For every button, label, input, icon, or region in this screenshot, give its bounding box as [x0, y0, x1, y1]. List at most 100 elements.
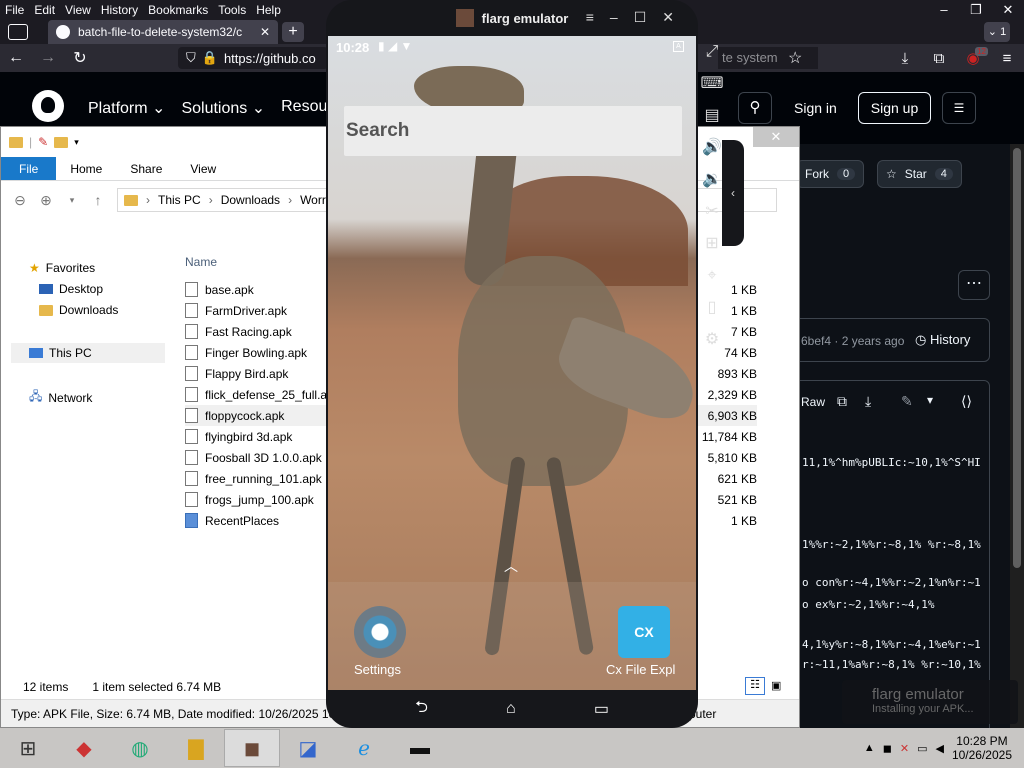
up-arrow-icon[interactable]: ↑ — [85, 192, 111, 208]
ribbon-view-tab[interactable]: View — [176, 157, 230, 180]
tab-close-icon[interactable]: ✕ — [260, 25, 270, 39]
tray-app-icon[interactable]: ◼ — [883, 742, 892, 755]
tab-github[interactable]: batch-file-to-delete-system32/c ✕ — [48, 20, 278, 44]
shake-icon[interactable]: ▯ — [698, 292, 726, 324]
app-drawer-chevron-icon[interactable]: ︿ — [504, 556, 518, 576]
properties-icon[interactable]: ✎ — [38, 135, 48, 149]
download-icon[interactable]: ⤓ — [888, 50, 922, 67]
minimize-icon[interactable]: – — [928, 0, 960, 20]
sign-in-link[interactable]: Sign in — [794, 100, 837, 116]
nav-this-pc[interactable]: This PC — [11, 343, 165, 363]
ribbon-file-tab[interactable]: File — [1, 157, 57, 180]
download-raw-icon[interactable]: ⤓ — [865, 393, 871, 410]
recent-dropdown-icon[interactable]: ▾ — [59, 195, 85, 206]
star-button[interactable]: ☆ Star 4 — [877, 160, 962, 188]
recents-nav-icon[interactable]: ▭ — [594, 699, 609, 719]
settings-app-icon[interactable] — [354, 606, 406, 658]
tray-expand-icon[interactable]: ▲ — [864, 742, 875, 754]
large-icons-view-icon[interactable]: ▣ — [771, 679, 781, 692]
edit-dropdown-icon[interactable]: ▾ — [927, 393, 933, 407]
sidebar-collapse-chevron-icon[interactable]: ‹ — [722, 140, 744, 246]
search-icon[interactable]: ⚲ — [738, 92, 772, 124]
settings-gear-icon[interactable]: ⚙ — [698, 324, 726, 356]
copy-icon[interactable]: ⧉ — [837, 393, 847, 410]
fullscreen-icon[interactable]: ⤢ — [698, 36, 726, 68]
sign-up-button[interactable]: Sign up — [858, 92, 931, 124]
settings-app-label[interactable]: Settings — [354, 662, 401, 677]
history-link[interactable]: ◷ History — [915, 332, 970, 348]
tab-count-badge[interactable]: ⌄ 1 — [984, 22, 1010, 42]
taskbar-command-prompt-icon[interactable]: ▬ — [392, 729, 448, 767]
menu-bookmarks[interactable]: Bookmarks — [143, 3, 213, 17]
github-logo-icon[interactable] — [32, 90, 64, 122]
edit-pencil-icon[interactable]: ✎ — [901, 393, 913, 410]
menu-edit[interactable]: Edit — [29, 3, 60, 17]
android-screen[interactable]: 10:28 ▮ ◢ ▼ A Search ︿ Settings CX Cx Fi… — [328, 36, 696, 690]
tray-volume-icon[interactable]: ◀ — [935, 742, 943, 755]
ublock-icon[interactable]: ◉ 12 — [956, 47, 990, 67]
start-button-icon[interactable]: ⊞ — [0, 729, 56, 767]
nav-platform[interactable]: Platform ⌄ — [88, 98, 165, 118]
menu-tools[interactable]: Tools — [213, 3, 251, 17]
cx-file-explorer-app-icon[interactable]: CX — [618, 606, 670, 658]
close-icon[interactable]: ✕ — [992, 0, 1024, 20]
sliders-icon[interactable]: ☰ — [942, 92, 976, 124]
new-tab-button[interactable]: + — [282, 22, 304, 42]
tray-error-icon[interactable]: ✕ — [900, 742, 909, 755]
hamburger-menu-icon[interactable]: ≡ — [586, 9, 594, 26]
taskbar-app-red-icon[interactable]: ◆ — [56, 729, 112, 767]
extensions-icon[interactable]: ⧉ — [922, 50, 956, 67]
nav-favorites[interactable]: ★ Favorites — [29, 261, 95, 275]
taskbar-chart-icon[interactable]: ◪ — [280, 729, 336, 767]
nav-downloads[interactable]: Downloads — [39, 303, 118, 317]
raw-button[interactable]: Raw — [801, 395, 825, 409]
taskbar-emulator-icon[interactable]: ◼ — [224, 729, 280, 767]
url-bar-overflow[interactable]: te system — [718, 47, 818, 69]
menu-file[interactable]: File — [0, 3, 29, 17]
new-folder-icon[interactable] — [54, 136, 69, 148]
reload-icon[interactable]: ↻ — [64, 48, 96, 68]
cx-file-explorer-label[interactable]: Cx File Expl — [606, 662, 675, 677]
details-view-icon[interactable]: ☷ — [745, 677, 765, 695]
forward-icon[interactable]: ⊕ — [33, 192, 59, 209]
search-bar[interactable]: Search — [344, 106, 682, 156]
nav-solutions[interactable]: Solutions ⌄ — [181, 98, 265, 118]
path-segment[interactable]: Downloads — [221, 193, 280, 207]
tray-network-icon[interactable]: ▭ — [917, 742, 927, 755]
back-icon[interactable]: ⊖ — [7, 192, 33, 209]
restore-icon[interactable]: ❐ — [960, 0, 992, 20]
taskbar-internet-explorer-icon[interactable]: ℯ — [336, 729, 392, 767]
menu-view[interactable]: View — [60, 3, 96, 17]
close-icon[interactable]: ✕ — [662, 9, 674, 26]
page-scrollbar[interactable] — [1010, 144, 1024, 728]
maximize-icon[interactable]: ☐ — [634, 9, 647, 26]
nav-desktop[interactable]: Desktop — [39, 282, 103, 296]
symbols-icon[interactable]: ⟨⟩ — [961, 393, 972, 410]
bookmark-star-icon[interactable]: ☆ — [788, 48, 802, 68]
fork-button[interactable]: Fork 0 — [796, 160, 865, 188]
nav-network[interactable]: 🖧 Network — [29, 387, 92, 408]
location-icon[interactable]: ⌖ — [698, 260, 726, 292]
menu-help[interactable]: Help — [251, 3, 286, 17]
path-segment[interactable]: This PC — [158, 193, 201, 207]
quick-access-dropdown-icon[interactable]: ▾ — [74, 137, 79, 148]
back-nav-icon[interactable]: ⮌ — [415, 696, 428, 723]
install-apk-icon[interactable]: ▤ — [698, 100, 726, 132]
forward-icon[interactable]: → — [32, 49, 64, 67]
commit-info[interactable]: 6bef4 · 2 years ago — [801, 334, 904, 348]
keyboard-icon[interactable]: ⌨ — [698, 68, 726, 100]
tab-overview-icon[interactable] — [8, 24, 28, 40]
menu-history[interactable]: History — [96, 3, 143, 17]
more-options-icon[interactable]: ⋯ — [958, 270, 990, 300]
column-header-name[interactable]: Name — [185, 255, 217, 269]
minimize-icon[interactable]: – — [610, 9, 618, 26]
ribbon-share-tab[interactable]: Share — [116, 157, 176, 180]
taskbar-browser-globe-icon[interactable]: ◍ — [112, 729, 168, 767]
url-bar[interactable]: ⛉ 🔒 https://github.co — [178, 47, 328, 69]
path-segment[interactable]: Worr — [300, 193, 326, 207]
ribbon-home-tab[interactable]: Home — [56, 157, 116, 180]
scrollbar-thumb[interactable] — [1013, 148, 1021, 568]
home-nav-icon[interactable]: ⌂ — [506, 700, 516, 718]
hamburger-menu-icon[interactable]: ≡ — [990, 50, 1024, 67]
explorer-close-icon[interactable]: ✕ — [753, 127, 799, 147]
